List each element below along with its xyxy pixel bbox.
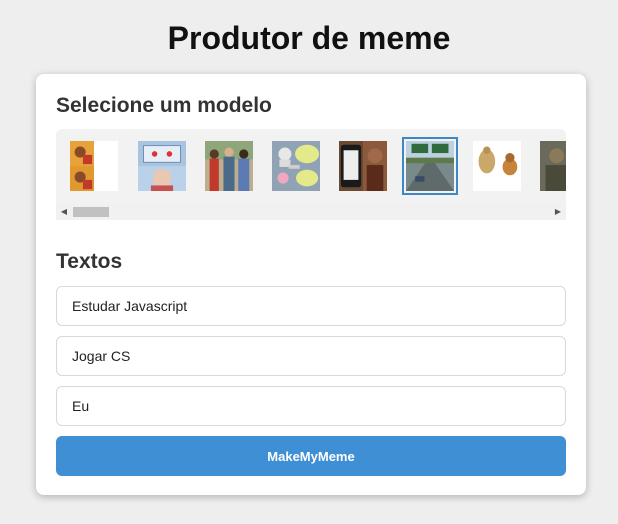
meme-text-field-3[interactable] [56, 386, 566, 426]
template-thumb-gold-figure[interactable] [469, 137, 525, 195]
gold-figure-template-icon [473, 141, 521, 191]
template-thumb-highway[interactable] [402, 137, 458, 195]
meme-text-field-2[interactable] [56, 336, 566, 376]
scrollbar-thumb[interactable] [73, 207, 109, 217]
drake-template-icon [70, 141, 118, 191]
template-section-title: Selecione um modelo [56, 94, 272, 117]
scroll-left-arrow-icon[interactable]: ◀ [56, 203, 72, 220]
distracted-boyfriend-template-icon [205, 141, 253, 191]
template-thumb-distracted-boyfriend[interactable] [201, 137, 257, 195]
template-thumbnails [56, 137, 566, 195]
cartoon-template-icon [272, 141, 320, 191]
page-title: Produtor de meme [167, 20, 451, 56]
texts-section-title: Textos [56, 250, 123, 273]
partial-template-icon [540, 141, 566, 191]
template-thumb-uno[interactable] [335, 137, 391, 195]
template-thumb-partial[interactable] [536, 137, 566, 195]
template-thumb-drake[interactable] [66, 137, 122, 195]
gallery-scrollbar[interactable]: ◀ ▶ [56, 203, 566, 220]
template-thumb-two-panel[interactable] [134, 137, 190, 195]
left-exit-highway-template-icon [406, 141, 454, 191]
uno-draw-card-template-icon [339, 141, 387, 191]
template-gallery: ◀ ▶ [56, 129, 566, 220]
meme-editor-card: Selecione um modelo ◀ ▶ Textos Estudar J… [36, 74, 586, 495]
make-meme-button[interactable]: MakeMyMeme [56, 436, 566, 476]
scroll-right-arrow-icon[interactable]: ▶ [550, 203, 566, 220]
two-panel-template-icon [138, 141, 186, 191]
meme-text-field-1[interactable] [56, 286, 566, 326]
template-thumb-cartoon[interactable] [268, 137, 324, 195]
